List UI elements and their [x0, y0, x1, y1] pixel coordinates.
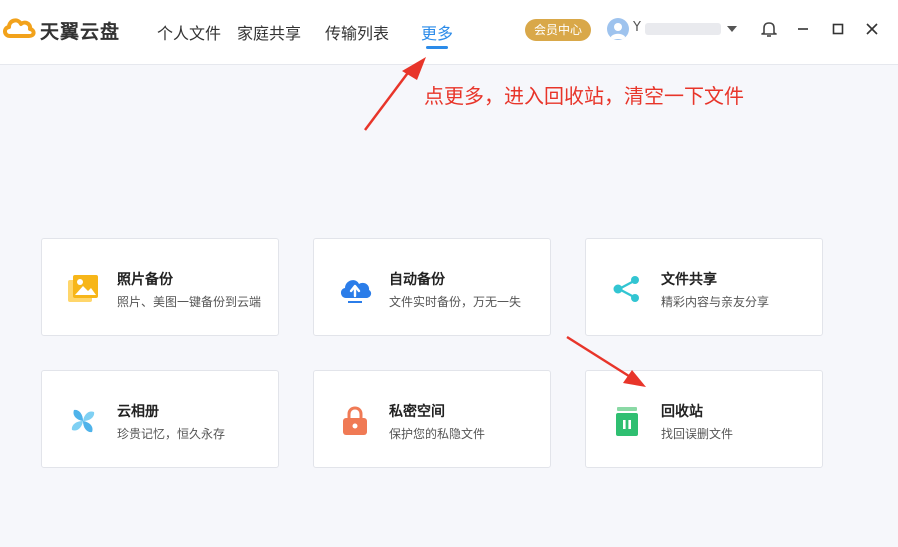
share-icon [610, 272, 644, 306]
card-description: 照片、美图一键备份到云端 [117, 295, 262, 309]
close-button[interactable] [861, 18, 883, 40]
card-title: 私密空间 [389, 404, 445, 420]
card-title: 回收站 [661, 404, 703, 420]
card-auto-backup[interactable]: 自动备份 文件实时备份，万无一失 [313, 238, 551, 336]
card-file-share[interactable]: 文件共享 精彩内容与亲友分享 [585, 238, 823, 336]
user-name-mask [645, 23, 721, 35]
card-description: 精彩内容与亲友分享 [661, 295, 770, 309]
top-bar: 天翼云盘 个人文件 家庭共享 传输列表 更多 会员中心 Y [0, 0, 898, 65]
maximize-button[interactable] [827, 18, 849, 40]
photo-icon [66, 272, 100, 306]
active-tab-indicator [426, 46, 448, 49]
card-title: 文件共享 [661, 272, 717, 288]
card-photo-backup[interactable]: 照片备份 照片、美图一键备份到云端 [41, 238, 279, 336]
tab-personal-files[interactable]: 个人文件 [157, 20, 221, 44]
vip-center-button[interactable]: 会员中心 [525, 19, 591, 41]
trash-icon [610, 404, 644, 438]
tab-more[interactable]: 更多 [421, 20, 453, 44]
card-title: 云相册 [117, 404, 159, 420]
card-title: 照片备份 [117, 272, 173, 288]
card-description: 珍贵记忆，恒久永存 [117, 427, 226, 441]
card-description: 保护您的私隐文件 [389, 427, 486, 441]
app-name: 天翼云盘 [40, 20, 121, 43]
user-name[interactable]: Y [633, 20, 641, 35]
annotation-text: 点更多，进入回收站，清空一下文件 [424, 84, 744, 108]
user-menu-chevron-icon[interactable] [721, 18, 743, 40]
cloud-upload-icon [338, 272, 372, 306]
arrow-to-more-tab [364, 57, 426, 131]
notification-bell-icon[interactable] [758, 18, 780, 40]
card-description: 找回误删文件 [661, 427, 734, 441]
pinwheel-icon [66, 404, 100, 438]
avatar[interactable] [607, 18, 629, 40]
lock-icon [338, 404, 372, 438]
minimize-button[interactable] [792, 18, 814, 40]
card-description: 文件实时备份，万无一失 [389, 295, 522, 309]
tab-transfer-list[interactable]: 传输列表 [325, 20, 389, 44]
app-logo: 天翼云盘 [2, 16, 120, 44]
tab-family-share[interactable]: 家庭共享 [237, 20, 301, 44]
card-recycle-bin[interactable]: 回收站 找回误删文件 [585, 370, 823, 468]
user-icon [610, 23, 626, 39]
cloud-logo-icon [2, 16, 36, 44]
card-cloud-album[interactable]: 云相册 珍贵记忆，恒久永存 [41, 370, 279, 468]
card-title: 自动备份 [389, 272, 445, 288]
card-private-space[interactable]: 私密空间 保护您的私隐文件 [313, 370, 551, 468]
